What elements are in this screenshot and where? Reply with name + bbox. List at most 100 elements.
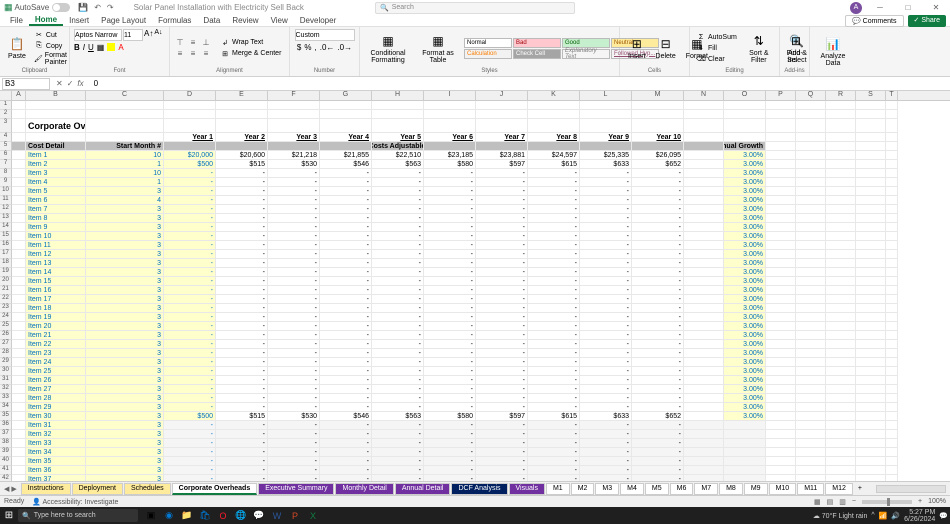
cell[interactable] (826, 169, 856, 178)
font-name-select[interactable] (74, 29, 122, 41)
cell[interactable]: Item 16 (26, 286, 86, 295)
cell[interactable] (766, 430, 796, 439)
cell[interactable] (826, 304, 856, 313)
row-header[interactable]: 1 (0, 101, 12, 110)
row-header[interactable]: 37 (0, 430, 12, 439)
row-header[interactable]: 32 (0, 385, 12, 394)
cell[interactable] (826, 340, 856, 349)
cell[interactable]: 3.00% (724, 259, 766, 268)
cell[interactable] (684, 259, 724, 268)
cell[interactable] (856, 466, 886, 475)
cell[interactable]: - (528, 340, 580, 349)
cell[interactable]: - (164, 286, 216, 295)
cell[interactable]: - (268, 376, 320, 385)
cell[interactable]: 3.00% (724, 340, 766, 349)
cell[interactable] (684, 466, 724, 475)
cell[interactable]: 3.00% (724, 151, 766, 160)
cell[interactable]: - (372, 358, 424, 367)
cell[interactable] (796, 403, 826, 412)
cancel-formula-icon[interactable]: ✕ (56, 79, 63, 88)
cell[interactable]: 3.00% (724, 169, 766, 178)
cell[interactable] (796, 250, 826, 259)
cell[interactable]: - (476, 421, 528, 430)
cell[interactable]: - (528, 448, 580, 457)
cell[interactable]: - (216, 457, 268, 466)
cell[interactable]: - (632, 214, 684, 223)
cell[interactable]: 3 (86, 331, 164, 340)
cell[interactable]: - (268, 313, 320, 322)
cell[interactable] (886, 151, 898, 160)
cell[interactable]: - (268, 439, 320, 448)
cell[interactable] (826, 385, 856, 394)
col-header-D[interactable]: D (164, 91, 216, 100)
cell[interactable]: - (268, 430, 320, 439)
cell[interactable]: - (424, 214, 476, 223)
decrease-font-icon[interactable]: A↓ (154, 29, 162, 41)
close-button[interactable]: ✕ (926, 3, 946, 12)
col-header-E[interactable]: E (216, 91, 268, 100)
cell[interactable]: Item 33 (26, 439, 86, 448)
cell[interactable]: 3 (86, 232, 164, 241)
tab-pagelayout[interactable]: Page Layout (95, 16, 152, 25)
row-header[interactable]: 39 (0, 448, 12, 457)
cell[interactable] (886, 466, 898, 475)
cell[interactable] (12, 241, 26, 250)
currency-button[interactable]: $ (297, 43, 301, 52)
cell[interactable]: - (424, 367, 476, 376)
cell[interactable] (856, 241, 886, 250)
cell[interactable]: 3 (86, 367, 164, 376)
cell[interactable] (216, 110, 268, 119)
cell[interactable] (632, 142, 684, 151)
cell[interactable]: - (216, 331, 268, 340)
cell[interactable]: - (580, 178, 632, 187)
cell[interactable]: - (372, 178, 424, 187)
cell[interactable] (424, 119, 476, 133)
cell[interactable]: - (424, 385, 476, 394)
row-header[interactable]: 3 (0, 119, 12, 133)
cell[interactable]: Item 11 (26, 241, 86, 250)
cell[interactable]: - (476, 286, 528, 295)
cell[interactable] (826, 475, 856, 481)
cell[interactable]: Item 3 (26, 169, 86, 178)
wrap-text-button[interactable]: ↲Wrap Text (218, 38, 283, 48)
cell[interactable]: - (632, 295, 684, 304)
cell[interactable] (684, 412, 724, 421)
cell[interactable] (12, 119, 26, 133)
cell[interactable] (856, 151, 886, 160)
cell[interactable]: - (528, 232, 580, 241)
cell[interactable]: $500 (164, 160, 216, 169)
cell[interactable] (796, 412, 826, 421)
cell[interactable] (12, 394, 26, 403)
cell[interactable] (12, 349, 26, 358)
cell[interactable] (766, 313, 796, 322)
font-color-button[interactable]: A (118, 43, 123, 52)
cell[interactable]: - (164, 403, 216, 412)
cell[interactable]: - (632, 187, 684, 196)
analyze-data-button[interactable]: 📊Analyze Data (814, 34, 852, 69)
cell[interactable] (886, 110, 898, 119)
enter-formula-icon[interactable]: ✓ (67, 79, 74, 88)
cell[interactable]: Cost Detail (26, 142, 86, 151)
cell[interactable]: - (424, 313, 476, 322)
cell[interactable]: - (268, 367, 320, 376)
cell[interactable]: $633 (580, 412, 632, 421)
col-header-R[interactable]: R (826, 91, 856, 100)
row-header[interactable]: 25 (0, 322, 12, 331)
cell[interactable] (268, 101, 320, 110)
sheet-tab[interactable]: Annual Detail (395, 483, 451, 495)
cell[interactable]: $21,218 (268, 151, 320, 160)
cell[interactable] (826, 394, 856, 403)
cell[interactable]: - (268, 304, 320, 313)
cell[interactable] (580, 101, 632, 110)
cell[interactable]: - (164, 385, 216, 394)
cell[interactable]: - (476, 475, 528, 481)
cell[interactable]: Item 30 (26, 412, 86, 421)
cell[interactable] (856, 376, 886, 385)
cell[interactable]: - (216, 223, 268, 232)
cell[interactable]: 3 (86, 259, 164, 268)
cell[interactable]: - (424, 466, 476, 475)
cell[interactable] (766, 277, 796, 286)
col-header-G[interactable]: G (320, 91, 372, 100)
cell[interactable] (766, 367, 796, 376)
cell[interactable]: - (424, 259, 476, 268)
